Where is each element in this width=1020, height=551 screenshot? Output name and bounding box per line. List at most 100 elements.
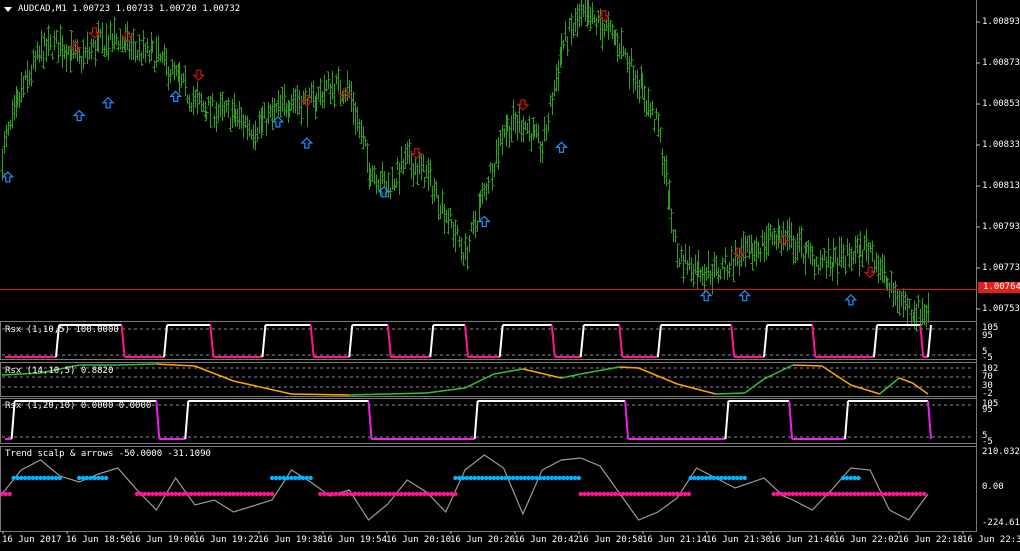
trend-up-dot [561, 475, 566, 481]
rsx-smooth-segment [464, 373, 495, 389]
trend-up-dot [742, 475, 747, 481]
trend-down-dot [242, 491, 248, 497]
trend-up-dot [80, 475, 86, 481]
trend-down-dot [891, 491, 896, 497]
trend-down-dot [212, 491, 217, 497]
trend-up-dot [848, 475, 854, 481]
trend-up-dot [49, 475, 55, 481]
triangle-down-icon[interactable] [4, 7, 12, 12]
trend-up-dot [538, 475, 543, 481]
trend-up-dot [464, 475, 470, 481]
trend-down-dot [138, 491, 144, 497]
time-tick: 16 Jun 22:34 [962, 535, 1020, 545]
rsx-smooth-segment [117, 363, 157, 366]
rsx-slow-edge [724, 400, 730, 440]
trend-down-dot [318, 491, 323, 497]
trend-down-dot [154, 491, 159, 497]
rsx-fast-edge [730, 324, 736, 358]
trend-down-dot [321, 491, 327, 497]
trend-down-dot [215, 491, 221, 497]
rsx-smooth-segment [349, 393, 388, 396]
up-arrow-icon [699, 289, 713, 302]
trend-down-dot [918, 491, 923, 497]
rsx-slow-edge [844, 400, 850, 440]
trend-up-dot [499, 475, 504, 481]
trend-down-dot [192, 491, 198, 497]
trend-up-dot [88, 475, 93, 481]
trend-down-dot [802, 491, 807, 497]
panel-axis: -5 [982, 353, 993, 363]
trend-down-dot [325, 491, 331, 497]
trend-up-dot [38, 475, 43, 481]
trend-down-dot [844, 491, 850, 497]
trend-down-dot [902, 491, 908, 497]
trend-up-dot [576, 475, 582, 481]
trend-down-dot [840, 491, 846, 497]
trend-down-dot [360, 491, 365, 497]
time-tick: 16 Jun 20:10 [386, 535, 452, 545]
trend-down-dot [810, 491, 815, 497]
trend-down-dot [775, 491, 780, 497]
trend-up-dot [696, 475, 701, 481]
rsx-smooth-segment [156, 363, 195, 367]
trend-down-dot [617, 491, 622, 497]
trend-up-dot [856, 475, 861, 481]
trend-down-dot [161, 491, 167, 497]
trend-up-dot [727, 475, 732, 481]
trend-up-dot [304, 475, 310, 481]
trend-up-dot [844, 475, 850, 481]
panel-axis: 95 [982, 331, 993, 341]
price-tick: 1.00813 [982, 181, 1020, 191]
trend-down-dot [223, 491, 228, 497]
trend-up-dot [541, 475, 547, 481]
rsx-slow-edge [184, 400, 190, 440]
trend-down-dot [675, 491, 680, 497]
time-tick: 16 Jun 19:38 [258, 535, 324, 545]
trend-down-dot [231, 491, 236, 497]
trend-down-dot [864, 491, 869, 497]
trend-up-dot [34, 475, 39, 481]
trend-down-dot [879, 491, 884, 497]
chart-canvas[interactable] [0, 0, 1020, 551]
trend-down-dot [352, 491, 358, 497]
down-arrow-icon [410, 148, 424, 160]
trend-down-dot [894, 491, 900, 497]
trend-up-dot [103, 475, 109, 481]
trend-down-dot [825, 491, 830, 497]
trend-down-dot [239, 491, 244, 497]
panel-axis: -2 [982, 389, 993, 399]
rsx-smooth-segment [426, 387, 466, 394]
trend-down-dot [648, 491, 653, 497]
trend-up-dot [285, 475, 290, 481]
trend-down-dot [833, 491, 838, 497]
trend-down-dot [779, 491, 784, 497]
price-tick: 1.00873 [982, 58, 1020, 68]
rsx-smooth-segment [850, 384, 880, 395]
price-tick: 1.00853 [982, 99, 1020, 109]
time-tick: 16 Jun 20:42 [514, 535, 580, 545]
rsx-smooth-segment [493, 368, 524, 375]
trend-up-dot [11, 475, 16, 481]
trend-down-dot [852, 491, 857, 497]
rsx-smooth-segment [821, 365, 852, 386]
trend-down-dot [449, 491, 454, 497]
trend-down-dot [875, 491, 881, 497]
trend-up-dot [476, 475, 481, 481]
trend-down-dot [628, 491, 634, 497]
up-arrow-icon [300, 137, 314, 149]
trend-down-dot [445, 491, 450, 497]
trend-up-dot [700, 475, 705, 481]
trend-down-dot [586, 491, 591, 497]
trend-up-dot [76, 475, 82, 481]
rsx-slow-edge [155, 400, 161, 440]
trend-down-dot [142, 491, 147, 497]
trend-down-dot [410, 491, 416, 497]
trend-down-dot [430, 491, 435, 497]
rsx-fast-edge [163, 324, 169, 358]
trend-up-dot [723, 475, 728, 481]
trend-up-dot [545, 475, 551, 481]
trend-up-dot [281, 475, 286, 481]
time-tick: 16 Jun 22:18 [898, 535, 964, 545]
rsx-smooth-segment [912, 382, 929, 395]
rsx-smooth-segment [619, 366, 639, 369]
